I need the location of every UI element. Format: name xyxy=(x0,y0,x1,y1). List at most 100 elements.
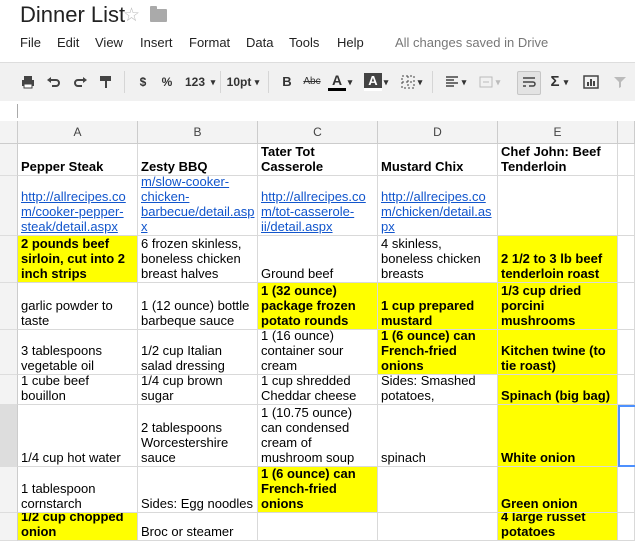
table-cell[interactable]: http://allrecipes.com/slow-cooker-chicke… xyxy=(138,176,258,236)
table-cell[interactable]: Pepper Steak xyxy=(18,144,138,176)
table-cell[interactable]: Sides: Smashed potatoes, xyxy=(378,375,498,405)
chevron-down-icon[interactable]: ▾ xyxy=(346,73,354,91)
table-cell[interactable]: Green onion xyxy=(498,467,618,513)
cell-link[interactable]: http://allrecipes.com/chicken/detail.asp… xyxy=(381,189,495,234)
chevron-down-icon[interactable]: ▾ xyxy=(382,73,390,91)
table-cell[interactable]: Chef John: Beef Tenderloin xyxy=(498,144,618,176)
column-header[interactable]: E xyxy=(498,121,618,144)
table-cell[interactable] xyxy=(498,176,618,236)
table-cell[interactable]: Zesty BBQ xyxy=(138,144,258,176)
formula-bar[interactable] xyxy=(0,101,635,122)
cell-link[interactable]: http://allrecipes.com/slow-cooker-chicke… xyxy=(141,176,255,234)
table-cell[interactable]: 1 (6 ounce) can French-fried onions xyxy=(258,467,378,513)
more-formats-button[interactable]: 123 xyxy=(182,73,208,91)
table-cell[interactable] xyxy=(378,467,498,513)
menu-view[interactable]: View xyxy=(95,35,123,50)
currency-format-button[interactable]: $ xyxy=(134,73,152,91)
table-cell[interactable]: 1 (6 ounce) can French-fried onions xyxy=(378,330,498,375)
table-cell[interactable]: spinach xyxy=(378,405,498,467)
row-header[interactable] xyxy=(0,513,18,541)
functions-button[interactable]: Σ xyxy=(548,73,562,91)
row-header[interactable] xyxy=(0,330,18,375)
table-cell[interactable]: Spinach (big bag) xyxy=(498,375,618,405)
table-cell[interactable]: 1 tablespoon cornstarch xyxy=(18,467,138,513)
table-cell[interactable]: garlic powder to taste xyxy=(18,283,138,330)
table-cell[interactable]: 1 cup prepared mustard xyxy=(378,283,498,330)
wrap-text-button[interactable] xyxy=(517,71,541,95)
row-header[interactable] xyxy=(0,283,18,330)
row-header[interactable] xyxy=(0,236,18,283)
star-icon[interactable]: ☆ xyxy=(123,4,140,27)
document-title[interactable]: Dinner List xyxy=(20,2,125,28)
undo-icon[interactable] xyxy=(46,73,62,91)
table-cell[interactable]: 1/3 cup dried porcini mushrooms xyxy=(498,283,618,330)
menu-tools[interactable]: Tools xyxy=(289,35,319,50)
chevron-down-icon[interactable]: ▾ xyxy=(252,73,262,91)
menu-help[interactable]: Help xyxy=(337,35,364,50)
cell-link[interactable]: http://allrecipes.com/tot-casserole-ii/d… xyxy=(261,189,375,234)
cell-link[interactable]: http://allrecipes.com/cooker-pepper-stea… xyxy=(21,189,135,234)
table-cell[interactable]: Sides: Egg noodles xyxy=(138,467,258,513)
text-color-button[interactable]: A xyxy=(328,73,346,91)
bold-button[interactable]: B xyxy=(280,73,294,91)
menu-format[interactable]: Format xyxy=(189,35,230,50)
borders-icon[interactable] xyxy=(400,73,416,91)
redo-icon[interactable] xyxy=(72,73,88,91)
table-cell[interactable] xyxy=(618,375,635,405)
table-cell[interactable] xyxy=(618,144,635,176)
merge-cells-icon[interactable] xyxy=(478,73,494,91)
table-cell[interactable]: 6 frozen skinless, boneless chicken brea… xyxy=(138,236,258,283)
print-icon[interactable] xyxy=(20,73,36,91)
table-cell[interactable]: 1 (12 ounce) bottle barbeque sauce xyxy=(138,283,258,330)
filter-icon[interactable] xyxy=(612,73,628,91)
menu-insert[interactable]: Insert xyxy=(140,35,173,50)
column-header[interactable]: C xyxy=(258,121,378,144)
table-cell[interactable]: Kitchen twine (to tie roast) xyxy=(498,330,618,375)
chart-icon[interactable] xyxy=(582,73,600,91)
table-cell[interactable] xyxy=(618,513,635,541)
table-cell[interactable]: 1 (16 ounce) container sour cream xyxy=(258,330,378,375)
menu-edit[interactable]: Edit xyxy=(57,35,79,50)
table-cell[interactable]: 1 (32 ounce) package frozen potato round… xyxy=(258,283,378,330)
table-cell[interactable] xyxy=(258,513,378,541)
select-all-corner[interactable] xyxy=(0,121,18,144)
table-cell[interactable]: 1/2 cup Italian salad dressing xyxy=(138,330,258,375)
percent-format-button[interactable]: % xyxy=(158,73,176,91)
table-cell[interactable] xyxy=(618,330,635,375)
table-cell[interactable]: 2 1/2 to 3 lb beef tenderloin roast xyxy=(498,236,618,283)
chevron-down-icon[interactable]: ▾ xyxy=(562,73,570,91)
table-cell[interactable]: Ground beef xyxy=(258,236,378,283)
menu-file[interactable]: File xyxy=(20,35,41,50)
row-header[interactable] xyxy=(0,405,18,467)
column-header[interactable] xyxy=(618,121,635,144)
table-cell[interactable]: 1/4 cup hot water xyxy=(18,405,138,467)
table-cell[interactable]: 4 skinless, boneless chicken breasts xyxy=(378,236,498,283)
table-cell[interactable] xyxy=(378,513,498,541)
table-cell[interactable]: 1 (10.75 ounce) can condensed cream of m… xyxy=(258,405,378,467)
table-cell[interactable]: 2 tablespoons Worcestershire sauce xyxy=(138,405,258,467)
table-cell[interactable]: Broc or steamer xyxy=(138,513,258,541)
chevron-down-icon[interactable]: ▾ xyxy=(460,73,468,91)
font-size-select[interactable]: 10pt xyxy=(226,73,252,91)
table-cell[interactable]: 1/2 cup chopped onion xyxy=(18,513,138,541)
chevron-down-icon[interactable]: ▾ xyxy=(416,73,424,91)
paint-format-icon[interactable] xyxy=(98,73,114,91)
align-left-icon[interactable] xyxy=(444,73,460,91)
table-cell[interactable]: http://allrecipes.com/chicken/detail.asp… xyxy=(378,176,498,236)
table-cell[interactable]: 4 large russet potatoes xyxy=(498,513,618,541)
table-cell[interactable] xyxy=(618,176,635,236)
chevron-down-icon[interactable]: ▾ xyxy=(494,73,502,91)
fill-color-button[interactable]: A xyxy=(364,73,382,91)
chevron-down-icon[interactable]: ▾ xyxy=(208,73,218,91)
table-cell[interactable]: 1 cube beef bouillon xyxy=(18,375,138,405)
table-cell[interactable]: http://allrecipes.com/tot-casserole-ii/d… xyxy=(258,176,378,236)
table-cell[interactable]: 1/4 cup brown sugar xyxy=(138,375,258,405)
table-cell[interactable]: White onion xyxy=(498,405,618,467)
row-header[interactable] xyxy=(0,144,18,176)
strikethrough-button[interactable]: Abc xyxy=(300,73,324,91)
table-cell[interactable] xyxy=(618,405,635,467)
column-header[interactable]: B xyxy=(138,121,258,144)
table-cell[interactable]: 1 cup shredded Cheddar cheese xyxy=(258,375,378,405)
folder-icon[interactable] xyxy=(150,6,167,22)
column-header[interactable]: A xyxy=(18,121,138,144)
